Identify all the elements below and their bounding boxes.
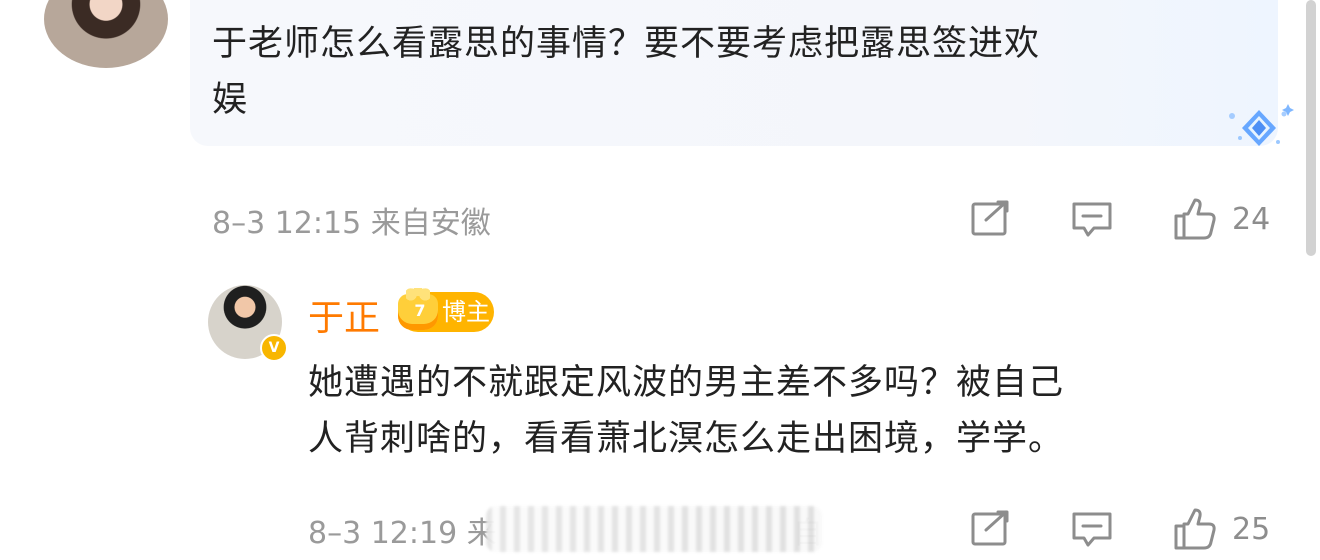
top-comment-like-count: 24	[1232, 201, 1271, 237]
comment-icon	[1070, 508, 1114, 550]
like-icon	[1170, 506, 1218, 552]
share-icon	[970, 508, 1012, 548]
like-button[interactable]: 24	[1170, 196, 1270, 242]
share-button[interactable]	[970, 198, 1012, 238]
badge-level: 7	[414, 301, 426, 320]
reply-text-line1: 她遭遇的不就跟定风波的男主差不多吗？被自己	[308, 363, 1065, 403]
top-comment-text-line2: 娱	[212, 80, 249, 120]
reply-text: 她遭遇的不就跟定风波的男主差不多吗？被自己 人背刺啥的，看看萧北溟怎么走出困境，…	[308, 355, 1268, 467]
share-icon	[970, 198, 1012, 238]
comment-button[interactable]	[1070, 198, 1114, 240]
top-comment-meta: 8–3 12:15 来自安徽	[212, 206, 491, 241]
obscured-region	[486, 506, 822, 552]
diamond-sticker-icon	[1222, 98, 1296, 160]
top-comment-text-line1: 于老师怎么看露思的事情？要不要考虑把露思签进欢	[212, 24, 1041, 64]
reply-text-line2: 人背刺啥的，看看萧北溟怎么走出困境，学学。	[308, 419, 1065, 459]
top-comment: 于老师怎么看露思的事情？要不要考虑把露思签进欢 娱 8–3 12:15 来自安徽	[0, 0, 1320, 260]
reply-share-button[interactable]	[970, 508, 1012, 548]
reply-like-button[interactable]: 25	[1170, 506, 1270, 552]
user-level-badge: 7 博主	[398, 288, 494, 332]
reply-like-count: 25	[1232, 511, 1271, 547]
badge-label: 博主	[442, 298, 490, 326]
reply-comment-button[interactable]	[1070, 508, 1114, 550]
vertical-scrollbar[interactable]	[1306, 0, 1316, 256]
reply-author-name[interactable]: 于正	[308, 289, 380, 341]
comment-icon	[1070, 198, 1114, 240]
verified-badge-icon: V	[260, 334, 288, 362]
top-comment-text: 于老师怎么看露思的事情？要不要考虑把露思签进欢 娱	[212, 16, 1252, 128]
commenter-avatar[interactable]	[44, 0, 168, 68]
reply-meta-visible-prefix: 8–3 12:19 来	[308, 516, 497, 551]
like-icon	[1170, 196, 1218, 242]
